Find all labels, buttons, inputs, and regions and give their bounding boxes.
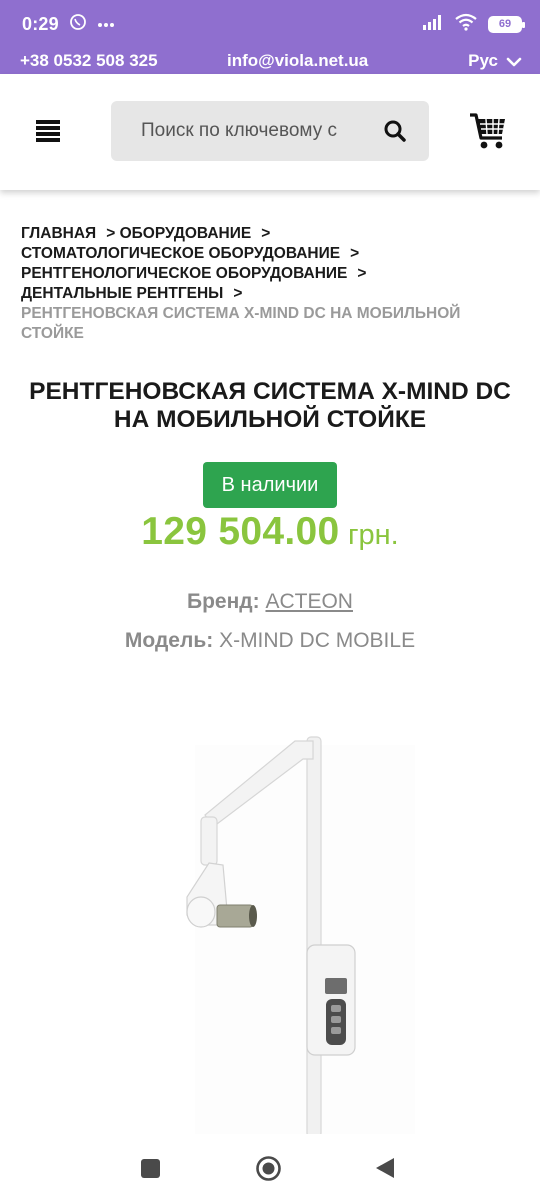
breadcrumb-separator: >	[357, 265, 367, 282]
viber-icon	[69, 13, 87, 36]
brand-link[interactable]: ACTEON	[265, 590, 353, 613]
email-link[interactable]: info@viola.net.ua	[227, 51, 368, 71]
more-dots-icon	[97, 15, 115, 33]
battery-icon: 69	[488, 15, 525, 33]
site-header	[0, 74, 540, 190]
breadcrumb-separator: >	[106, 225, 116, 242]
breadcrumb-link-home[interactable]: Главная	[21, 225, 96, 242]
signal-icon	[422, 14, 444, 35]
status-bar: 0:29 69	[0, 0, 540, 48]
brand-row: Бренд: ACTEON	[0, 590, 540, 614]
breadcrumb-current: Рентгеновская система X-MIND DC на мобил…	[21, 305, 461, 342]
breadcrumb-separator: >	[261, 225, 271, 242]
price-value: 129 504.00	[141, 510, 340, 553]
model-value: X-MIND DC MOBILE	[219, 629, 416, 652]
breadcrumb-link-dental-equipment[interactable]: Стоматологическое оборудование	[21, 245, 340, 262]
contact-bar: +38 0532 508 325 info@viola.net.ua Рус	[0, 48, 540, 74]
system-nav-bar	[0, 1134, 540, 1200]
language-selector[interactable]: Рус	[468, 51, 498, 71]
back-icon[interactable]	[374, 1156, 396, 1185]
model-row: Модель: X-MIND DC MOBILE	[0, 629, 540, 653]
breadcrumb-link-dental-xrays[interactable]: Дентальные рентгены	[21, 285, 223, 302]
search-icon[interactable]	[383, 119, 407, 143]
product-image[interactable]	[175, 735, 415, 1138]
phone-link[interactable]: +38 0532 508 325	[20, 51, 158, 71]
breadcrumb-link-equipment[interactable]: Оборудование	[120, 225, 252, 242]
breadcrumb-link-xray-equipment[interactable]: Рентгенологическое оборудование	[21, 265, 347, 282]
cart-icon[interactable]	[468, 110, 508, 152]
stock-status-badge: В наличии	[203, 462, 337, 508]
search-input[interactable]	[111, 101, 373, 161]
search-box	[111, 101, 429, 161]
price: 129 504.00 грн.	[0, 510, 540, 554]
breadcrumb-separator: >	[233, 285, 243, 302]
breadcrumb: Главная > Оборудование > Стоматологическое…	[21, 224, 521, 344]
page-title: Рентгеновская система X-MIND DC на мобил…	[29, 378, 511, 433]
price-currency: грн.	[347, 519, 399, 551]
recent-apps-icon[interactable]	[140, 1158, 161, 1184]
home-icon[interactable]	[255, 1155, 282, 1187]
menu-icon[interactable]	[36, 120, 60, 144]
chevron-down-icon[interactable]	[506, 53, 522, 73]
model-label: Модель:	[124, 629, 214, 652]
brand-label: Бренд:	[187, 590, 260, 613]
wifi-icon	[454, 13, 478, 36]
status-time: 0:29	[22, 13, 59, 34]
breadcrumb-separator: >	[350, 245, 360, 262]
